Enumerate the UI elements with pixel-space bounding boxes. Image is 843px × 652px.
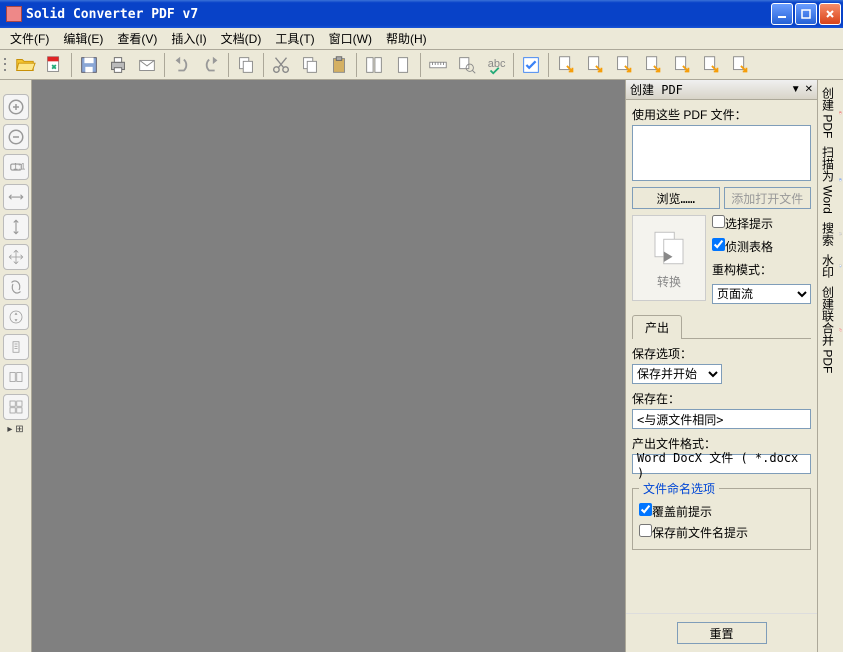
- print-button[interactable]: [104, 52, 132, 78]
- panel-header: 创建 PDF ▼ ✕: [626, 80, 817, 100]
- menu-view[interactable]: 查看(V): [111, 28, 163, 49]
- export7-button[interactable]: [726, 52, 754, 78]
- save-in-label: 保存在：: [632, 390, 811, 407]
- create-pdf-icon: [839, 104, 842, 122]
- menu-document[interactable]: 文档(D): [215, 28, 268, 49]
- export3-button[interactable]: [610, 52, 638, 78]
- rtab-scan-word[interactable]: 扫描为 Word: [820, 143, 842, 217]
- rtab-watermark[interactable]: 水印: [820, 251, 842, 281]
- fit-height-button[interactable]: [3, 214, 29, 240]
- page-grid-button[interactable]: [3, 394, 29, 420]
- convert-button[interactable]: 转换: [632, 215, 706, 301]
- recon-mode-label: 重构模式：: [712, 261, 811, 278]
- export5-button[interactable]: [668, 52, 696, 78]
- redo-button[interactable]: [197, 52, 225, 78]
- rtab-merge-pdf[interactable]: 创建联合并 PDF: [820, 283, 842, 376]
- panel-title: 创建 PDF: [630, 81, 791, 98]
- menu-edit[interactable]: 编辑(E): [57, 28, 109, 49]
- menu-help[interactable]: 帮助(H): [380, 28, 433, 49]
- app-icon: [6, 6, 22, 22]
- files-label: 使用这些 PDF 文件：: [632, 106, 811, 123]
- format-field[interactable]: Word DocX 文件 ( *.docx ): [632, 454, 811, 474]
- zoom-out-button[interactable]: [3, 124, 29, 150]
- menu-file[interactable]: 文件(F): [4, 28, 55, 49]
- mail-button[interactable]: [133, 52, 161, 78]
- naming-legend: 文件命名选项: [639, 480, 719, 497]
- toolbar-handle[interactable]: [4, 53, 10, 77]
- menu-insert[interactable]: 插入(I): [165, 28, 212, 49]
- rtab-search[interactable]: 搜索: [820, 219, 842, 249]
- fit-width-button[interactable]: [3, 184, 29, 210]
- zoom-100-button[interactable]: 1:1: [3, 154, 29, 180]
- toolbar: abc: [0, 50, 843, 80]
- rotate-button[interactable]: [3, 274, 29, 300]
- save-button[interactable]: [75, 52, 103, 78]
- name-prompt-checkbox[interactable]: 保存前文件名提示: [639, 524, 804, 541]
- rtab-create-pdf[interactable]: 创建 PDF: [820, 84, 842, 141]
- open-pdf-button[interactable]: [40, 52, 68, 78]
- zoom-in-button[interactable]: [3, 94, 29, 120]
- scroll-button[interactable]: [3, 304, 29, 330]
- document-canvas: [32, 80, 625, 652]
- page-single-button[interactable]: [3, 334, 29, 360]
- convert-icon: [648, 227, 690, 269]
- page-double-button[interactable]: [3, 364, 29, 390]
- copy2-button[interactable]: [296, 52, 324, 78]
- left-toolbar: 1:1 ▸ ⊞: [0, 80, 32, 652]
- ruler-button[interactable]: [424, 52, 452, 78]
- convert-label: 转换: [657, 273, 681, 290]
- check-button[interactable]: [517, 52, 545, 78]
- menu-bar: 文件(F) 编辑(E) 查看(V) 插入(I) 文档(D) 工具(T) 窗口(W…: [0, 28, 843, 50]
- window-title: Solid Converter PDF v7: [26, 7, 771, 22]
- export1-button[interactable]: [552, 52, 580, 78]
- left-handle[interactable]: [4, 84, 28, 90]
- columns-button[interactable]: [360, 52, 388, 78]
- open-button[interactable]: [11, 52, 39, 78]
- naming-fieldset: 文件命名选项 覆盖前提示 保存前文件名提示: [632, 480, 811, 550]
- browse-button[interactable]: 浏览……: [632, 187, 720, 209]
- paste-button[interactable]: [325, 52, 353, 78]
- undo-button[interactable]: [168, 52, 196, 78]
- right-tab-bar: 创建 PDF 扫描为 Word 搜索 水印 创建联合并 PDF: [817, 80, 843, 652]
- detect-tables-checkbox[interactable]: 侦测表格: [712, 238, 811, 255]
- overwrite-prompt-checkbox[interactable]: 覆盖前提示: [639, 503, 804, 520]
- scan-icon: [839, 171, 842, 189]
- single-page-button[interactable]: [389, 52, 417, 78]
- save-option-select[interactable]: 保存并开始: [632, 364, 722, 384]
- watermark-icon: [839, 257, 842, 275]
- svg-text:1:1: 1:1: [13, 161, 25, 171]
- spell-button[interactable]: abc: [482, 52, 510, 78]
- fit-page-button[interactable]: [3, 244, 29, 270]
- select-prompt-checkbox[interactable]: 选择提示: [712, 215, 811, 232]
- tab-output[interactable]: 产出: [632, 315, 682, 339]
- copy-button[interactable]: [232, 52, 260, 78]
- cut-button[interactable]: [267, 52, 295, 78]
- save-in-field[interactable]: <与源文件相同>: [632, 409, 811, 429]
- minimize-button[interactable]: [771, 3, 793, 25]
- export6-button[interactable]: [697, 52, 725, 78]
- panel-dropdown-icon[interactable]: ▼: [791, 84, 801, 95]
- maximize-button[interactable]: [795, 3, 817, 25]
- merge-icon: [839, 321, 842, 339]
- files-listbox[interactable]: [632, 125, 811, 181]
- save-option-label: 保存选项：: [632, 345, 811, 362]
- work-area: 1:1 ▸ ⊞ 创建 PDF ▼ ✕ 使用这些 PDF 文件： 浏览……: [0, 80, 843, 652]
- expand-toggle[interactable]: ▸ ⊞: [7, 424, 23, 435]
- panel-close-icon[interactable]: ✕: [805, 84, 813, 95]
- add-open-files-button[interactable]: 添加打开文件: [724, 187, 812, 209]
- menu-window[interactable]: 窗口(W): [323, 28, 378, 49]
- find-button[interactable]: [453, 52, 481, 78]
- reset-button[interactable]: 重置: [677, 622, 767, 644]
- recon-mode-select[interactable]: 页面流: [712, 284, 811, 304]
- menu-tools[interactable]: 工具(T): [269, 28, 320, 49]
- export4-button[interactable]: [639, 52, 667, 78]
- create-pdf-panel: 创建 PDF ▼ ✕ 使用这些 PDF 文件： 浏览…… 添加打开文件 转换: [625, 80, 817, 652]
- export2-button[interactable]: [581, 52, 609, 78]
- title-bar: Solid Converter PDF v7: [0, 0, 843, 28]
- close-button[interactable]: [819, 3, 841, 25]
- search-icon: [839, 225, 842, 243]
- svg-text:abc: abc: [488, 57, 506, 69]
